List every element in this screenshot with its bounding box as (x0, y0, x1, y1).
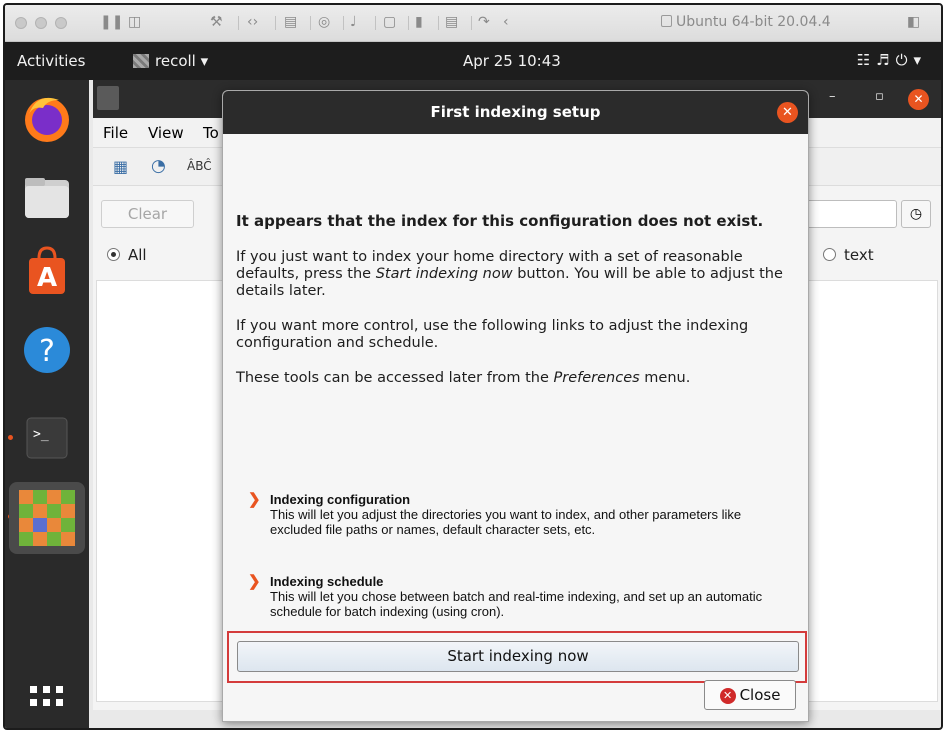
maximize-icon[interactable]: ▫ (875, 89, 884, 104)
dialog-heading: It appears that the index for this confi… (236, 212, 764, 230)
indexing-configuration-title: Indexing configuration (270, 492, 411, 507)
vm-zoom-traffic-light[interactable] (55, 17, 67, 29)
terminal-running-indicator (8, 435, 13, 440)
software-center-icon[interactable]: A (17, 242, 77, 302)
start-indexing-button[interactable]: Start indexing now (237, 641, 799, 672)
recoll-dock-icon[interactable] (9, 482, 85, 554)
network-arrows-icon[interactable]: ‹› (247, 14, 258, 30)
radio-all-label: All (128, 246, 147, 264)
gauge-icon[interactable]: ◔ (151, 156, 166, 176)
indexing-configuration-link[interactable]: ❯ Indexing configuration This will let y… (248, 491, 790, 537)
vm-lock-icon (661, 15, 672, 27)
recoll-window-icon (97, 86, 119, 110)
volume-icon: ♬ (876, 51, 896, 69)
terminal-icon[interactable]: >_ (17, 408, 77, 468)
dialog-paragraph-control: If you want more control, use the follow… (236, 318, 749, 351)
menu-tools[interactable]: To (203, 124, 219, 142)
ubuntu-top-bar: Activities recoll ▾ Apr 25 10:43 ☷♬⏻▾ (5, 42, 941, 80)
close-button[interactable]: ✕ Close (704, 680, 796, 710)
radio-all-indicator (107, 248, 120, 261)
files-icon[interactable] (17, 168, 77, 228)
menu-file[interactable]: File (103, 124, 128, 142)
app-menu-label: recoll ▾ (155, 52, 209, 70)
first-indexing-dialog: First indexing setup ✕ It appears that t… (222, 90, 809, 722)
clear-button[interactable]: Clear (101, 200, 194, 228)
share-icon[interactable]: ↷ (478, 14, 490, 30)
dialog-body: It appears that the index for this confi… (236, 211, 796, 405)
svg-text:?: ? (39, 334, 55, 369)
camera-icon[interactable]: ▢ (383, 14, 396, 30)
chevron-right-icon: ❯ (248, 491, 261, 508)
network-icon: ☷ (856, 51, 877, 69)
settings-wrench-icon[interactable]: ⚒ (210, 14, 223, 30)
spelling-icon[interactable]: ÂBĈ (187, 159, 212, 173)
svg-text:>_: >_ (33, 427, 49, 442)
indexing-schedule-link[interactable]: ❯ Indexing schedule This will let you ch… (248, 573, 790, 619)
vm-title-text: Ubuntu 64-bit 20.04.4 (676, 14, 831, 30)
clock[interactable]: Apr 25 10:43 (463, 52, 561, 70)
radio-text[interactable]: text (823, 246, 874, 264)
indexing-schedule-title: Indexing schedule (270, 574, 384, 589)
radio-text-indicator (823, 248, 836, 261)
printer-icon[interactable]: ▤ (445, 14, 458, 30)
vm-titlebar: ❚❚ ◫ ⚒ ‹› ▤ ◎ ♩ ▢ ▮ ▤ ↷ ‹ Ubuntu 64-bit … (5, 5, 941, 42)
dialog-paragraph-defaults: If you just want to index your home dire… (236, 249, 796, 300)
dialog-paragraph-preferences: These tools can be accessed later from t… (236, 370, 796, 387)
activities-button[interactable]: Activities (17, 52, 85, 70)
svg-text:A: A (37, 263, 57, 293)
snapshot-icon[interactable]: ◫ (128, 14, 141, 30)
para3-text-a: These tools can be accessed later from t… (236, 370, 554, 386)
system-menu[interactable]: ☷♬⏻▾ (857, 51, 927, 69)
radio-all[interactable]: All (107, 246, 147, 264)
usb-icon[interactable]: ▮ (415, 14, 423, 30)
para3-text-b: menu. (639, 370, 691, 386)
minimize-icon[interactable]: – (829, 89, 836, 104)
power-icon: ⏻ (895, 51, 914, 69)
dialog-close-icon[interactable]: ✕ (777, 102, 798, 123)
search-input[interactable] (805, 200, 897, 228)
recoll-app-icon (133, 54, 149, 68)
vm-close-traffic-light[interactable] (15, 17, 27, 29)
start-button-highlight: Start indexing now (227, 631, 807, 683)
show-applications-icon[interactable] (17, 670, 77, 728)
menu-view[interactable]: View (148, 124, 184, 142)
chevron-left-icon[interactable]: ‹ (503, 14, 509, 30)
help-icon[interactable]: ? (17, 320, 77, 380)
query-preview-icon[interactable]: ▦ (113, 157, 128, 176)
ubuntu-dock: A ? >_ (5, 80, 89, 728)
para1-emphasis: Start indexing now (375, 266, 513, 282)
firefox-icon[interactable] (17, 88, 77, 148)
indexing-configuration-desc: This will let you adjust the directories… (270, 507, 742, 537)
sound-icon[interactable]: ♩ (350, 14, 357, 30)
indexing-schedule-desc: This will let you chose between batch an… (270, 589, 763, 619)
history-clock-icon[interactable]: ◷ (901, 200, 931, 228)
vm-window: ❚❚ ◫ ⚒ ‹› ▤ ◎ ♩ ▢ ▮ ▤ ↷ ‹ Ubuntu 64-bit … (3, 3, 943, 730)
radio-text-label: text (844, 246, 874, 264)
app-menu[interactable]: recoll ▾ (133, 52, 208, 70)
fullscreen-icon[interactable]: ◧ (907, 14, 920, 30)
dialog-titlebar: First indexing setup ✕ (223, 91, 808, 134)
pause-icon[interactable]: ❚❚ (100, 14, 123, 30)
close-button-label: Close (739, 686, 781, 704)
dialog-title: First indexing setup (430, 103, 601, 121)
chevron-down-icon: ▾ (913, 51, 927, 69)
vm-title: Ubuntu 64-bit 20.04.4 (661, 14, 831, 30)
hard-disk-icon[interactable]: ▤ (284, 14, 297, 30)
close-icon: ✕ (719, 688, 736, 704)
vm-minimize-traffic-light[interactable] (35, 17, 47, 29)
cd-drive-icon[interactable]: ◎ (318, 14, 330, 30)
window-close-icon[interactable]: ✕ (908, 89, 929, 110)
chevron-right-icon: ❯ (248, 573, 261, 590)
para3-emphasis: Preferences (553, 370, 640, 386)
